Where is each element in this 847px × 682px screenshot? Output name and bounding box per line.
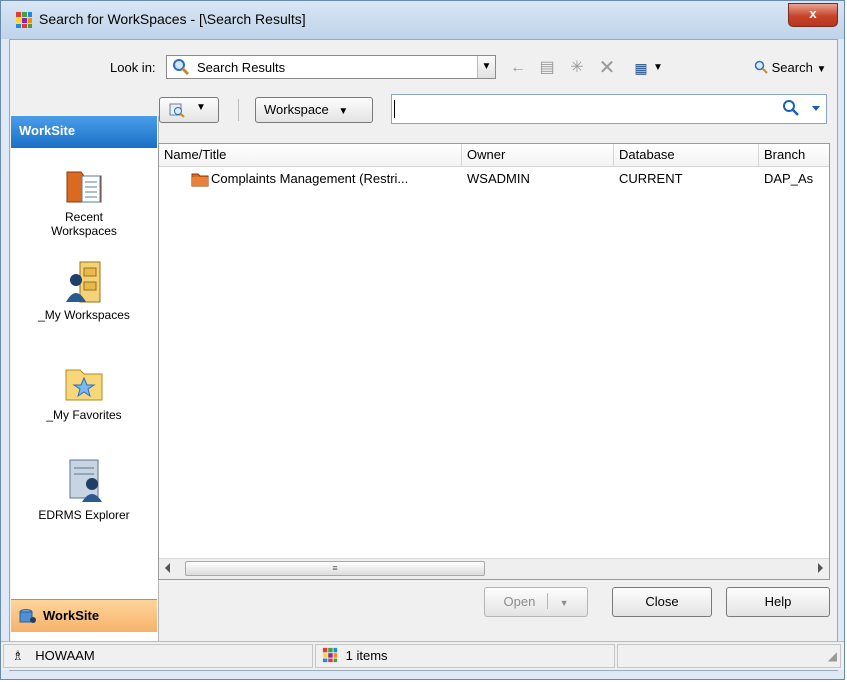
- close-icon: x: [809, 6, 817, 21]
- help-button[interactable]: Help: [726, 587, 830, 617]
- status-user: HOWAAM: [35, 648, 95, 663]
- column-header-owner[interactable]: Owner: [462, 144, 614, 166]
- table-row[interactable]: Complaints Management (Restri... WSADMIN…: [159, 168, 829, 190]
- split-divider: [546, 593, 548, 609]
- sidebar-item-recent-workspaces[interactable]: Recent Workspaces: [11, 164, 157, 238]
- worksite-app-icon: [16, 12, 32, 28]
- status-bar: ♗ HOWAAM 1 items ◢: [1, 641, 844, 670]
- row-owner: WSADMIN: [467, 171, 530, 186]
- my-favorites-icon: [65, 369, 103, 401]
- back-arrow-icon[interactable]: ←: [508, 58, 528, 78]
- chevron-down-icon[interactable]: ▼: [477, 56, 495, 78]
- chevron-down-icon: ▼: [338, 106, 349, 117]
- sidebar-item-edrms-explorer[interactable]: EDRMS Explorer: [11, 456, 157, 522]
- search-icon: [754, 60, 768, 74]
- view-menu-icon[interactable]: ▦: [630, 58, 652, 78]
- worksite-sidebar: WorkSite Recent Workspaces _My Workspace…: [11, 116, 159, 651]
- column-header-branch[interactable]: Branch: [759, 144, 829, 166]
- chevron-down-icon: ▼: [196, 102, 206, 113]
- look-in-toolbar: Look in: Search Results ▼ ← ▤ ✳ ✕ ▦ ▼ Se…: [10, 52, 837, 82]
- status-empty-segment: ◢: [617, 644, 841, 668]
- search-button[interactable]: Search ▼: [754, 60, 826, 75]
- title-bar[interactable]: Search for WorkSpaces - [\Search Results…: [1, 1, 844, 39]
- worksite-app-icon: [322, 647, 338, 663]
- scrollbar-thumb[interactable]: ≡: [185, 561, 485, 576]
- row-database: CURRENT: [619, 171, 683, 186]
- sidebar-footer-worksite[interactable]: WorkSite: [11, 599, 157, 632]
- search-workspaces-dialog: Search for WorkSpaces - [\Search Results…: [0, 0, 845, 680]
- search-dropdown-icon: ▼: [816, 64, 827, 75]
- edrms-explorer-icon: [69, 459, 102, 502]
- status-count: 1 items: [345, 648, 388, 663]
- view-dropdown-icon[interactable]: ▼: [650, 58, 666, 78]
- sidebar-footer-label: WorkSite: [43, 608, 100, 623]
- look-in-label: Look in:: [110, 60, 156, 75]
- search-results-icon: [173, 59, 190, 76]
- sidebar-item-label: _My Workspaces: [38, 308, 130, 322]
- look-in-value: Search Results: [197, 60, 286, 75]
- search-icon[interactable]: [782, 99, 800, 117]
- chevron-down-icon[interactable]: ▼: [560, 598, 569, 608]
- close-window-button[interactable]: x: [788, 3, 838, 27]
- user-icon: ♗: [12, 648, 24, 663]
- status-count-segment: 1 items: [315, 644, 615, 668]
- sidebar-header: WorkSite: [11, 116, 157, 148]
- sidebar-item-label: Recent Workspaces: [51, 210, 117, 238]
- sidebar-item-my-favorites[interactable]: _My Favorites: [11, 360, 157, 422]
- worksite-database-icon: [19, 609, 36, 623]
- column-header-database[interactable]: Database: [614, 144, 759, 166]
- open-button-label: Open: [503, 594, 536, 609]
- search-type-icon: [169, 103, 185, 118]
- search-button-label: Search: [771, 60, 813, 75]
- horizontal-scrollbar[interactable]: ≡: [159, 558, 829, 579]
- scope-dropdown[interactable]: Workspace ▼: [255, 97, 373, 123]
- column-header-name[interactable]: Name/Title: [159, 144, 462, 166]
- open-button[interactable]: Open ▼: [484, 587, 588, 617]
- search-query-input[interactable]: [391, 94, 827, 124]
- search-type-picker[interactable]: ▼: [159, 97, 219, 123]
- resize-grip-icon[interactable]: ◢: [828, 645, 837, 667]
- sidebar-item-label: _My Favorites: [46, 408, 122, 422]
- sidebar-item-label: EDRMS Explorer: [38, 508, 130, 522]
- text-caret: [394, 100, 395, 118]
- search-options-dropdown-icon[interactable]: [812, 106, 820, 111]
- grid-header: Name/Title Owner Database Branch: [159, 144, 829, 167]
- results-grid: Name/Title Owner Database Branch Complai…: [158, 143, 830, 580]
- search-toolbar: ▼ Workspace ▼: [159, 93, 829, 125]
- close-button[interactable]: Close: [612, 587, 712, 617]
- recent-workspaces-icon: [66, 171, 102, 203]
- delete-icon[interactable]: ✕: [596, 58, 618, 78]
- window-title: Search for WorkSpaces - [\Search Results…: [39, 11, 306, 27]
- workspace-folder-icon: [191, 173, 209, 187]
- sidebar-item-my-workspaces[interactable]: _My Workspaces: [11, 260, 157, 322]
- look-in-combo[interactable]: Search Results ▼: [166, 55, 496, 79]
- status-user-segment: ♗ HOWAAM: [3, 644, 313, 668]
- up-folder-icon[interactable]: ▤: [536, 58, 558, 78]
- scope-dropdown-label: Workspace: [264, 102, 329, 117]
- row-branch: DAP_As: [764, 171, 814, 186]
- toolbar-separator: [238, 99, 239, 121]
- row-name: Complaints Management (Restri...: [211, 171, 409, 186]
- my-workspaces-icon: [66, 261, 101, 303]
- scroll-left-icon[interactable]: [165, 563, 170, 573]
- scroll-right-icon[interactable]: [818, 563, 823, 573]
- new-folder-icon[interactable]: ✳: [566, 58, 588, 78]
